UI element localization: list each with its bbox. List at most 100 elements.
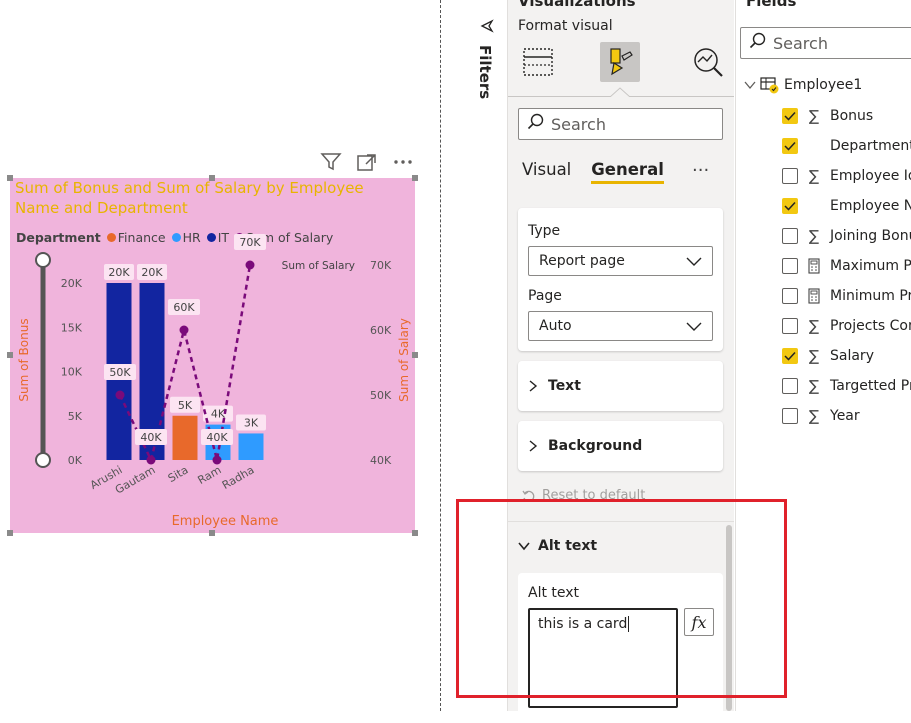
format-tabs: Visual General xyxy=(522,160,664,184)
salary-point xyxy=(179,325,189,335)
text-section[interactable]: Text xyxy=(518,361,723,411)
checkbox[interactable] xyxy=(782,288,798,304)
alt-text-value: this is a card xyxy=(538,616,628,632)
zoom-slider-handle xyxy=(35,452,51,468)
checkbox[interactable] xyxy=(782,408,798,424)
filter-icon[interactable] xyxy=(320,152,342,172)
field-name: Maximum Pr xyxy=(830,258,911,274)
field-item[interactable]: Maximum Pr xyxy=(782,256,911,276)
bar xyxy=(172,415,198,460)
field-item[interactable]: ∑ Year xyxy=(782,406,860,426)
sigma-icon: ∑ xyxy=(808,167,820,185)
checkbox[interactable] xyxy=(782,258,798,274)
type-label: Type xyxy=(528,223,561,239)
format-search-input[interactable]: Search xyxy=(518,108,723,140)
y2-axis-title: Sum of Salary xyxy=(397,318,411,402)
visualizations-pane: Visualizations Format visual Search Visu… xyxy=(508,0,734,723)
chart-plot-area: 0K 5K 10K 15K 20K 40K 50K 60K 70K Sum of Bonus Sum… xyxy=(17,234,411,529)
combo-chart-visual[interactable]: Sum of Bonus and Sum of Salary by Employ… xyxy=(10,178,415,533)
tab-visual[interactable]: Visual xyxy=(522,160,571,184)
type-dropdown[interactable]: Report page xyxy=(528,246,713,276)
search-icon xyxy=(527,113,545,135)
background-section-label: Background xyxy=(548,438,643,454)
sigma-icon: ∑ xyxy=(808,317,820,335)
scrollbar[interactable] xyxy=(726,525,732,711)
alt-text-input[interactable]: this is a card​ xyxy=(528,608,678,708)
y-axis-tick-label: 5K xyxy=(68,410,83,423)
field-item[interactable]: Employee Na xyxy=(782,196,911,216)
focus-mode-icon[interactable] xyxy=(356,152,378,172)
alt-text-label: Alt text xyxy=(528,585,580,601)
y-axis-tick-label: 10K xyxy=(61,366,83,379)
field-name: Bonus xyxy=(830,108,874,124)
check-icon xyxy=(784,201,796,211)
field-name: Employee Id xyxy=(830,168,911,184)
reset-to-default-button[interactable]: Reset to default xyxy=(522,488,645,503)
field-item[interactable]: Minimum Pr xyxy=(782,286,911,306)
filters-pane-collapsed[interactable]: Filters xyxy=(466,0,508,711)
chevron-right-icon xyxy=(529,440,538,452)
page-dropdown[interactable]: Auto xyxy=(528,311,713,341)
field-name: Department xyxy=(830,138,911,154)
resize-handle[interactable] xyxy=(412,175,418,181)
resize-handle[interactable] xyxy=(412,530,418,536)
field-name: Joining Bonu xyxy=(830,228,911,244)
resize-handle[interactable] xyxy=(7,352,13,358)
x-axis-tick-label: Sita xyxy=(166,463,191,485)
field-item[interactable]: ∑ Targetted Pr xyxy=(782,376,911,396)
bar-data-label: 20K xyxy=(141,266,163,279)
build-visual-icon[interactable] xyxy=(518,42,558,82)
resize-handle[interactable] xyxy=(7,175,13,181)
field-item[interactable]: ∑ Salary xyxy=(782,346,874,366)
checkbox[interactable] xyxy=(782,168,798,184)
checkbox-checked[interactable] xyxy=(782,138,798,154)
bar xyxy=(238,433,264,460)
checkbox[interactable] xyxy=(782,378,798,394)
reset-label: Reset to default xyxy=(542,488,646,503)
checkbox-checked[interactable] xyxy=(782,348,798,364)
bar-data-label: 3K xyxy=(244,416,259,429)
checkbox[interactable] xyxy=(782,318,798,334)
checkbox-checked[interactable] xyxy=(782,108,798,124)
expand-filters-icon[interactable] xyxy=(480,18,494,37)
resize-handle[interactable] xyxy=(209,175,215,181)
field-item[interactable]: Department xyxy=(782,136,911,156)
table-employee1[interactable]: Employee1 xyxy=(744,76,862,94)
sigma-icon: ∑ xyxy=(808,377,820,395)
measure-icon xyxy=(806,258,822,274)
tabs-more-icon[interactable]: ··· xyxy=(692,160,709,181)
analytics-icon[interactable] xyxy=(688,42,728,82)
alt-text-section-header[interactable]: Alt text xyxy=(518,538,597,554)
field-item[interactable]: ∑ Employee Id xyxy=(782,166,911,186)
salary-point xyxy=(245,260,255,270)
alt-text-section-label: Alt text xyxy=(538,538,598,554)
field-item[interactable]: ∑ Bonus xyxy=(782,106,873,126)
search-icon xyxy=(749,32,767,54)
x-axis-tick-label: Ram xyxy=(195,463,223,487)
tab-general[interactable]: General xyxy=(591,160,664,184)
sigma-icon: ∑ xyxy=(808,347,820,365)
fx-conditional-format-button[interactable]: fx xyxy=(684,608,714,636)
y-axis-tick-label: 15K xyxy=(61,321,83,334)
line-data-label: 40K xyxy=(206,431,228,444)
resize-handle[interactable] xyxy=(209,530,215,536)
background-section[interactable]: Background xyxy=(518,421,723,471)
search-placeholder: Search xyxy=(773,33,828,53)
more-options-icon[interactable] xyxy=(392,152,414,172)
field-item[interactable]: ∑ Joining Bonu xyxy=(782,226,911,246)
resize-handle[interactable] xyxy=(7,530,13,536)
fields-search-input[interactable]: Search xyxy=(740,27,911,59)
measure-icon xyxy=(806,288,822,304)
line-data-label: 40K xyxy=(140,431,162,444)
checkbox-checked[interactable] xyxy=(782,198,798,214)
visual-header-toolbar xyxy=(320,152,414,172)
bar-data-label: 20K xyxy=(108,266,130,279)
resize-handle[interactable] xyxy=(412,352,418,358)
field-item[interactable]: ∑ Projects Com xyxy=(782,316,911,336)
fields-pane: Fields Search Employee1 ∑ Bonus Department… xyxy=(735,0,911,711)
field-name: Targetted Pr xyxy=(830,378,911,394)
format-visual-icon[interactable] xyxy=(600,42,640,82)
chevron-down-icon xyxy=(518,542,530,551)
checkbox[interactable] xyxy=(782,228,798,244)
x-axis-tick-label: Radha xyxy=(220,463,257,492)
